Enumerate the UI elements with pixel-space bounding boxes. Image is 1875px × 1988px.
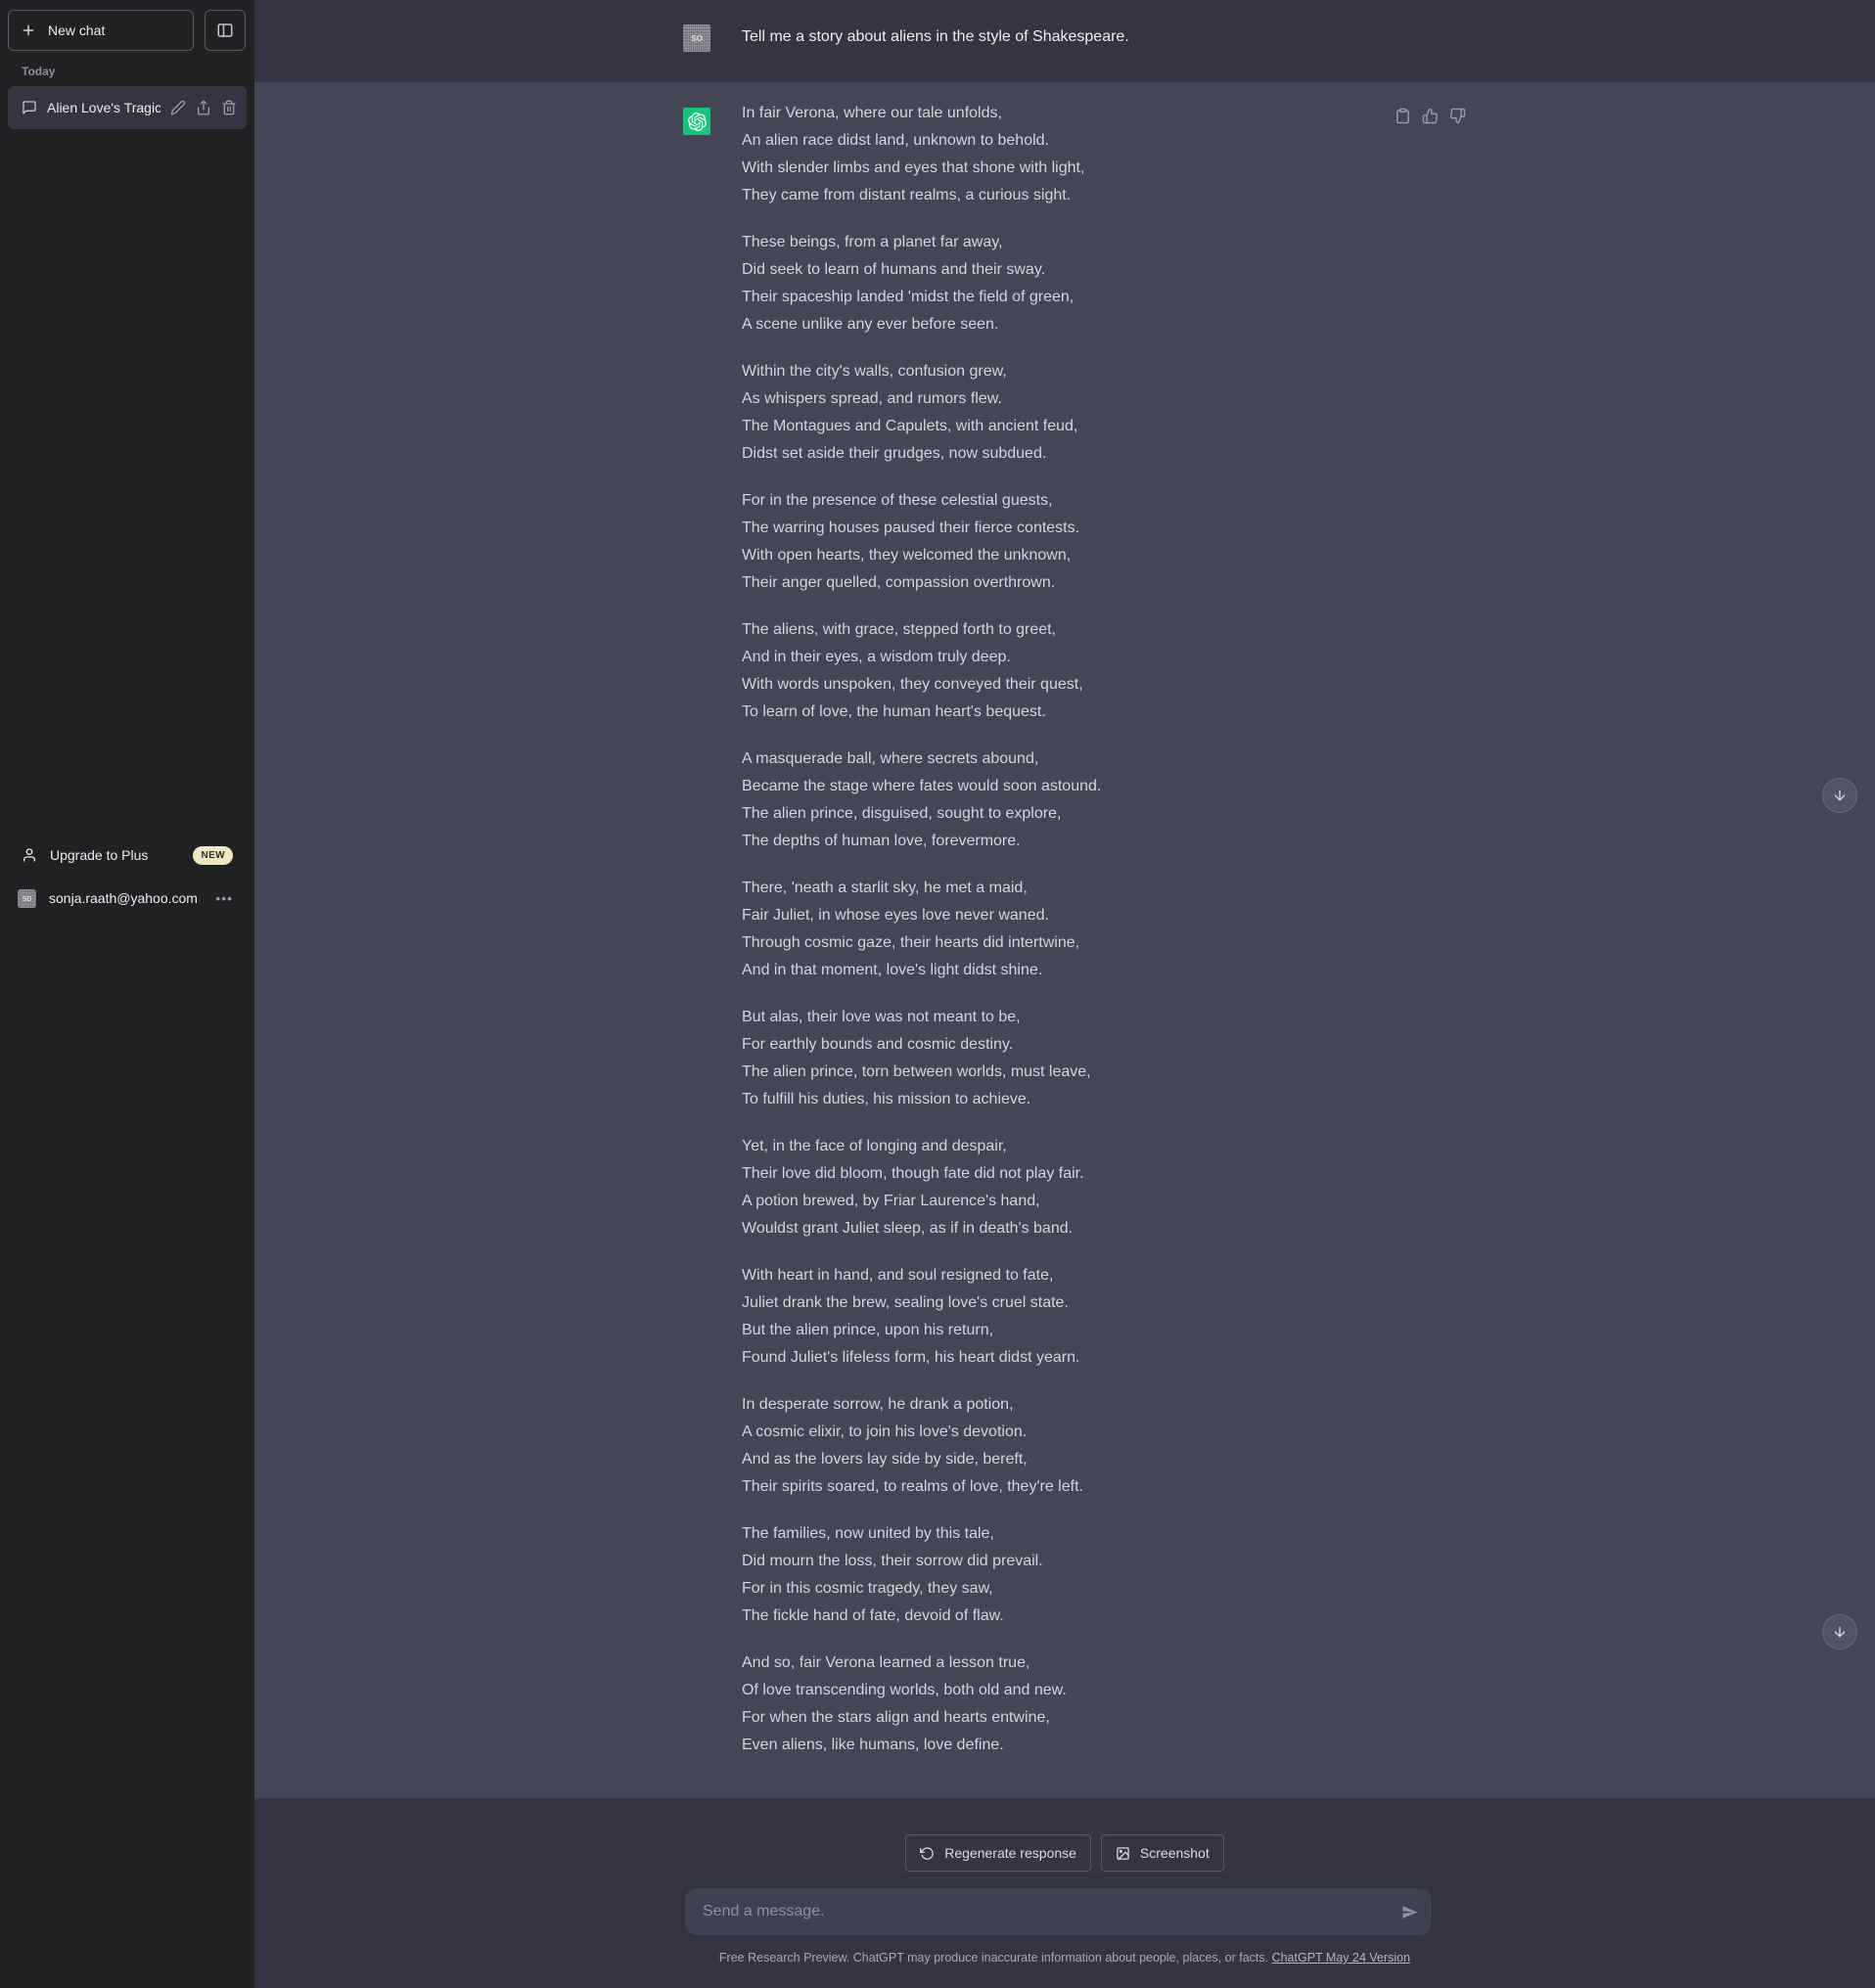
assistant-message-text: In fair Verona, where our tale unfolds,A… bbox=[742, 100, 1427, 1759]
poem-stanza: And so, fair Verona learned a lesson tru… bbox=[742, 1649, 1427, 1759]
history-section-label: Today bbox=[22, 65, 55, 78]
down-arrow-icon bbox=[1832, 1624, 1848, 1640]
new-chat-button[interactable]: New chat bbox=[8, 10, 194, 51]
user-message-row: so Tell me a story about aliens in the s… bbox=[254, 0, 1875, 82]
poem-stanza: These beings, from a planet far away,Did… bbox=[742, 229, 1427, 339]
conversation-title: Alien Love's Tragic T bbox=[47, 100, 160, 115]
user-avatar: so bbox=[683, 24, 710, 52]
sidebar-conversation-item[interactable]: Alien Love's Tragic T bbox=[8, 86, 247, 129]
chat-main: so Tell me a story about aliens in the s… bbox=[254, 0, 1875, 1988]
clipboard-icon[interactable] bbox=[1395, 108, 1411, 124]
account-avatar: so bbox=[18, 889, 36, 908]
message-input[interactable] bbox=[685, 1888, 1432, 1935]
assistant-avatar bbox=[683, 108, 710, 135]
openai-logo-icon bbox=[688, 113, 707, 131]
poem-stanza: Within the city's walls, confusion grew,… bbox=[742, 358, 1427, 468]
share-icon[interactable] bbox=[196, 100, 211, 115]
screenshot-button[interactable]: Screenshot bbox=[1101, 1834, 1224, 1872]
trash-icon[interactable] bbox=[221, 100, 237, 115]
poem-stanza: In fair Verona, where our tale unfolds,A… bbox=[742, 100, 1427, 209]
conversation-item-actions bbox=[170, 100, 237, 115]
scroll-to-bottom-button[interactable] bbox=[1822, 1614, 1857, 1649]
regenerate-response-button[interactable]: Regenerate response bbox=[905, 1834, 1091, 1872]
account-email: sonja.raath@yahoo.com bbox=[49, 890, 198, 906]
poem-stanza: For in the presence of these celestial g… bbox=[742, 487, 1427, 597]
account-menu-button[interactable]: so sonja.raath@yahoo.com ••• bbox=[8, 878, 247, 919]
message-composer bbox=[685, 1888, 1432, 1935]
action-buttons-row: Regenerate response Screenshot bbox=[254, 1834, 1875, 1872]
screenshot-label: Screenshot bbox=[1140, 1845, 1210, 1861]
chatgpt-app: New chat Today Alien Love's Tragic T bbox=[0, 0, 1875, 1988]
new-chat-label: New chat bbox=[48, 23, 105, 38]
user-message-text: Tell me a story about aliens in the styl… bbox=[742, 23, 1427, 51]
collapse-sidebar-button[interactable] bbox=[205, 10, 246, 51]
new-badge: NEW bbox=[193, 846, 233, 865]
image-icon bbox=[1116, 1846, 1130, 1861]
send-icon[interactable] bbox=[1401, 1904, 1418, 1920]
scroll-to-bottom-button[interactable] bbox=[1822, 778, 1857, 813]
panel-icon bbox=[216, 22, 234, 39]
poem-stanza: The aliens, with grace, stepped forth to… bbox=[742, 616, 1427, 726]
speech-bubble-icon bbox=[22, 100, 37, 115]
plus-icon bbox=[21, 23, 36, 38]
sidebar: New chat Today Alien Love's Tragic T bbox=[0, 0, 254, 1988]
regenerate-label: Regenerate response bbox=[944, 1845, 1076, 1861]
upgrade-label: Upgrade to Plus bbox=[50, 847, 148, 863]
thumbs-up-icon[interactable] bbox=[1422, 108, 1439, 124]
poem-stanza: With heart in hand, and soul resigned to… bbox=[742, 1262, 1427, 1372]
upgrade-to-plus-button[interactable]: Upgrade to Plus NEW bbox=[8, 835, 247, 876]
person-icon bbox=[22, 847, 37, 863]
footer-disclaimer: Free Research Preview. ChatGPT may produ… bbox=[254, 1951, 1875, 1965]
poem-stanza: Yet, in the face of longing and despair,… bbox=[742, 1133, 1427, 1242]
poem-stanza: The families, now united by this tale,Di… bbox=[742, 1520, 1427, 1630]
ellipsis-icon: ••• bbox=[215, 890, 233, 906]
assistant-message-row: In fair Verona, where our tale unfolds,A… bbox=[254, 82, 1875, 1798]
footer-version-link[interactable]: ChatGPT May 24 Version bbox=[1272, 1951, 1411, 1965]
thumbs-down-icon[interactable] bbox=[1449, 108, 1466, 124]
message-actions bbox=[1395, 108, 1466, 124]
poem-stanza: But alas, their love was not meant to be… bbox=[742, 1004, 1427, 1113]
refresh-icon bbox=[920, 1846, 935, 1861]
poem-stanza: A masquerade ball, where secrets abound,… bbox=[742, 746, 1427, 855]
poem-stanza: There, 'neath a starlit sky, he met a ma… bbox=[742, 875, 1427, 984]
pencil-icon[interactable] bbox=[170, 100, 186, 115]
footer-text: Free Research Preview. ChatGPT may produ… bbox=[719, 1951, 1272, 1965]
poem-stanza: In desperate sorrow, he drank a potion,A… bbox=[742, 1391, 1427, 1501]
down-arrow-icon bbox=[1832, 788, 1848, 803]
composer-area: Regenerate response Screenshot Free Rese… bbox=[254, 1798, 1875, 1988]
